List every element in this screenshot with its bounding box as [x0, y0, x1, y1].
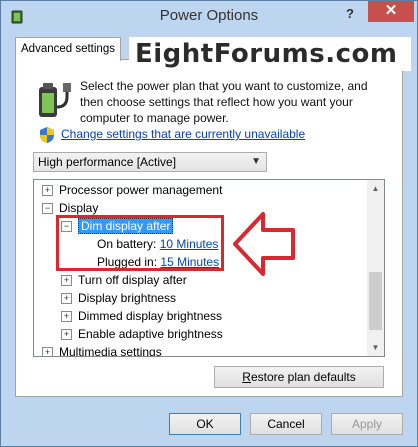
tree-item-label: Enable adaptive brightness	[78, 327, 223, 341]
annotation-highlight-box	[56, 215, 224, 271]
chevron-down-icon: ▼	[251, 156, 261, 167]
tree-item-processor[interactable]: + Processor power management	[42, 181, 222, 199]
collapse-icon[interactable]: −	[42, 203, 53, 215]
tree-item-label: Dimmed display brightness	[78, 309, 223, 323]
tree-item-turn-off-display[interactable]: + Turn off display after	[61, 271, 187, 289]
tab-advanced-settings[interactable]: Advanced settings	[15, 37, 121, 61]
scroll-thumb[interactable]	[369, 272, 382, 330]
tree-item-multimedia[interactable]: + Multimedia settings	[42, 343, 162, 357]
tree-item-label: Turn off display after	[78, 273, 187, 287]
watermark: EightForums.com	[129, 37, 411, 71]
expand-icon[interactable]: +	[42, 347, 53, 356]
tree-item-label: Multimedia settings	[59, 345, 162, 357]
scroll-up-icon[interactable]: ▲	[367, 180, 384, 197]
tree-item-label: Display	[59, 201, 99, 215]
scroll-down-icon[interactable]: ▼	[367, 339, 384, 356]
plan-description: Select the power plan that you want to c…	[80, 79, 368, 125]
battery-plug-icon	[39, 83, 71, 117]
tree-scrollbar[interactable]: ▲ ▼	[367, 180, 384, 356]
tree-item-label: Display brightness	[78, 291, 177, 305]
power-plan-dropdown[interactable]: High performance [Active] ▼	[33, 152, 267, 172]
expand-icon[interactable]: +	[61, 293, 72, 305]
change-settings-link[interactable]: Change settings that are currently unava…	[61, 127, 305, 141]
uac-shield-icon	[40, 127, 54, 143]
tree-item-label: Processor power management	[59, 183, 223, 197]
annotation-arrow-icon	[233, 212, 295, 276]
expand-icon[interactable]: +	[61, 275, 72, 287]
close-button[interactable]: ✕	[368, 1, 414, 22]
tree-item-adaptive-brightness[interactable]: + Enable adaptive brightness	[61, 325, 223, 343]
button-label: estore plan defaults	[250, 370, 356, 384]
expand-icon[interactable]: +	[42, 185, 53, 197]
power-options-window: Power Options ? ✕ Advanced settings Eigh…	[0, 0, 418, 447]
access-key: R	[242, 370, 251, 384]
cancel-button[interactable]: Cancel	[250, 413, 322, 435]
expand-icon[interactable]: +	[61, 329, 72, 341]
title-bar[interactable]: Power Options ? ✕	[1, 1, 417, 31]
tree-item-display-brightness[interactable]: + Display brightness	[61, 289, 176, 307]
apply-button[interactable]: Apply	[331, 413, 403, 435]
expand-icon[interactable]: +	[61, 311, 72, 323]
help-button[interactable]: ?	[339, 6, 361, 24]
power-plan-value: High performance [Active]	[38, 155, 177, 169]
ok-button[interactable]: OK	[169, 413, 241, 435]
restore-defaults-button[interactable]: Restore plan defaults	[214, 366, 384, 388]
tree-item-dimmed-brightness[interactable]: + Dimmed display brightness	[61, 307, 222, 325]
